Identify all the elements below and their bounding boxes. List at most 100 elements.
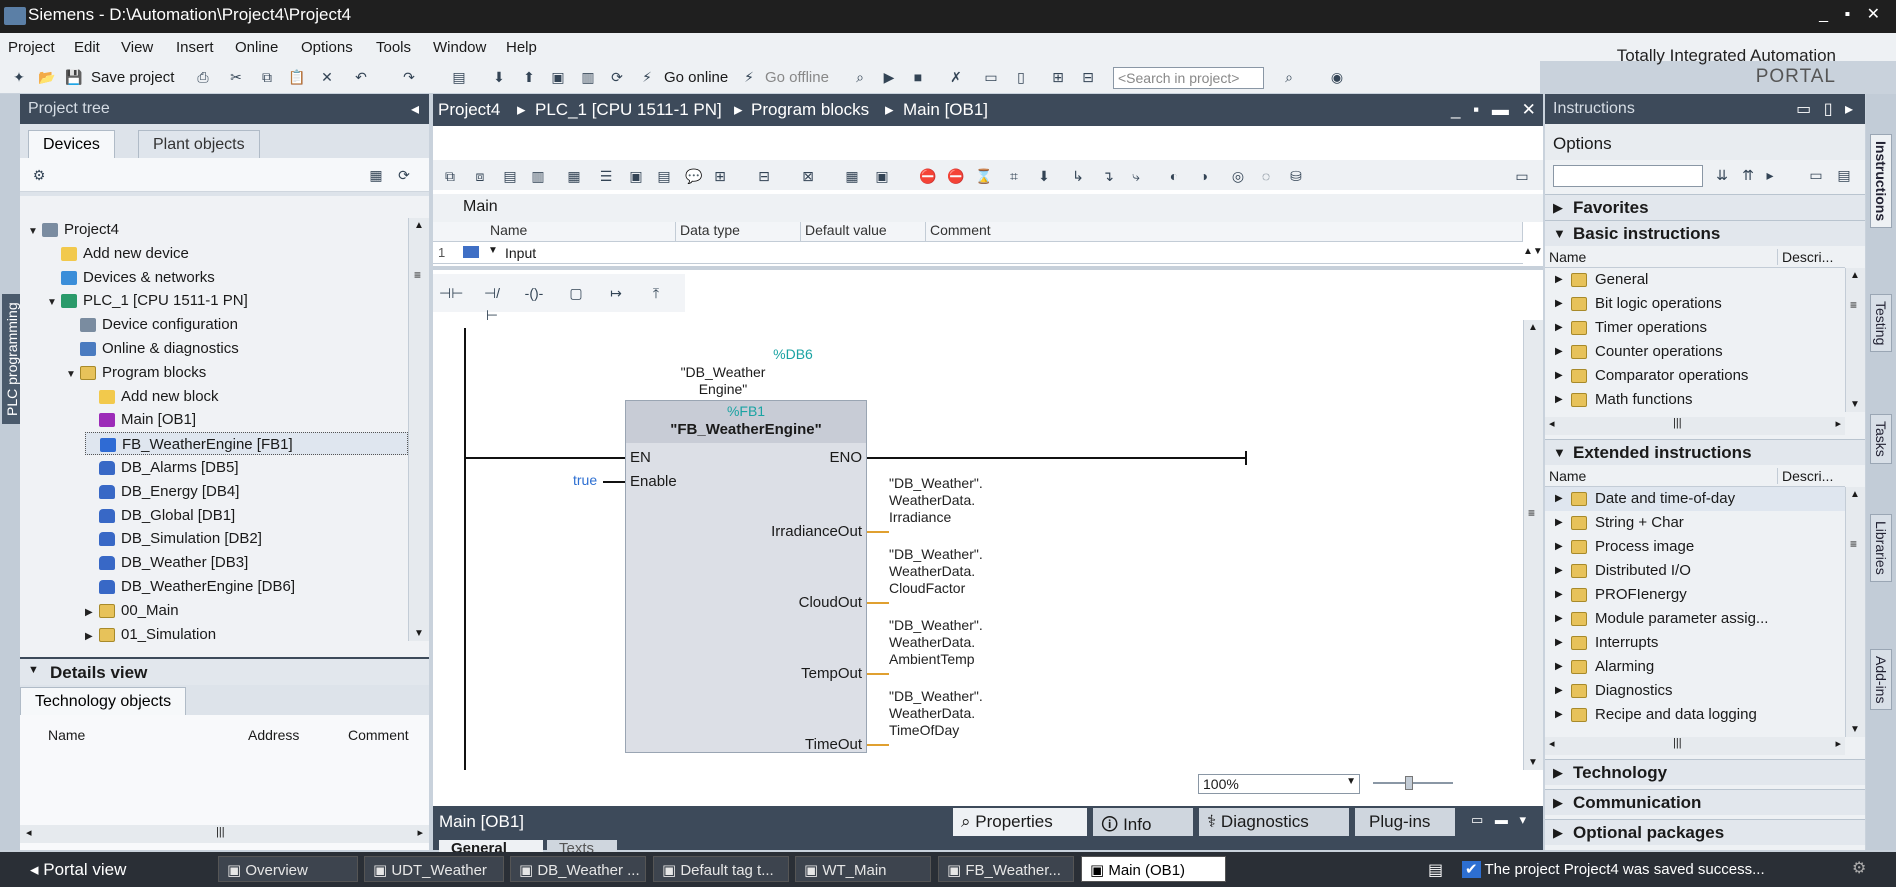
expand-caret-icon[interactable]: ▶ <box>1555 559 1563 583</box>
section-technology[interactable]: ▶ Technology <box>1545 759 1865 785</box>
time-operand[interactable]: "DB_Weather". WeatherData. TimeOfDay <box>889 688 983 739</box>
menu-edit[interactable]: Edit <box>74 39 100 56</box>
expand-caret-icon[interactable]: ▶ <box>1555 535 1563 559</box>
expand-caret-icon[interactable]: ▶ <box>1555 679 1563 703</box>
branch-icon[interactable]: ⤷ <box>1125 165 1147 187</box>
expand-caret-icon[interactable]: ▶ <box>1555 583 1563 607</box>
vtab-testing[interactable]: Testing <box>1870 294 1892 353</box>
fb-block[interactable]: %FB1 "FB_WeatherEngine" EN ENO Enable Ir… <box>625 400 867 753</box>
tab-properties[interactable]: ⌕ Properties <box>953 808 1087 836</box>
tree-item[interactable]: DB_WeatherEngine [DB6] <box>85 575 295 598</box>
insert-network-icon[interactable]: ⧉ <box>439 165 461 187</box>
instruction-folder[interactable]: ▶ Alarming <box>1545 655 1845 679</box>
delete-icon[interactable]: ✕ <box>316 66 338 88</box>
instruction-folder[interactable]: ▶ Comparator operations <box>1545 364 1845 388</box>
expand-icon[interactable]: ▣ <box>625 165 647 187</box>
crumb-plc[interactable]: PLC_1 [CPU 1511-1 PN] <box>535 100 722 120</box>
editor-options-icon[interactable]: ▭ <box>1511 165 1533 187</box>
new-project-icon[interactable]: ✦ <box>8 66 30 88</box>
call-icon[interactable]: ↳ <box>1067 165 1089 187</box>
copy-icon[interactable]: ⧉ <box>256 66 278 88</box>
tree-item[interactable]: ▼ PLC_1 [CPU 1511-1 PN] <box>47 289 248 312</box>
vtab-addins[interactable]: Add-ins <box>1870 649 1892 711</box>
redo-icon[interactable]: ↷ <box>398 66 420 88</box>
overview-icon[interactable]: ⌗ <box>1003 165 1025 187</box>
expand-caret-icon[interactable]: ▶ <box>1555 364 1563 388</box>
menu-help[interactable]: Help <box>506 39 537 56</box>
instruction-folder[interactable]: ▶ Timer operations <box>1545 316 1845 340</box>
tree-item[interactable]: DB_Energy [DB4] <box>85 480 239 503</box>
tree-caret-icon[interactable]: ▶ <box>85 601 99 624</box>
tree-item[interactable]: ▶ 01_Simulation <box>85 623 216 646</box>
no-contact-icon[interactable]: ⊣⊢ <box>439 282 463 304</box>
split-horizontal-icon[interactable]: ▭ <box>980 66 1002 88</box>
expand-caret-icon[interactable]: ▶ <box>1555 631 1563 655</box>
tree-item[interactable]: ▶ 00_Main <box>85 599 179 622</box>
splitter[interactable] <box>433 266 1543 270</box>
undo-icon[interactable]: ↶ <box>350 66 372 88</box>
go-offline-icon[interactable]: ⚡ <box>738 66 760 88</box>
save-project-button[interactable]: Save project <box>91 69 174 86</box>
show-editors-icon[interactable]: ▤ <box>1428 860 1443 880</box>
details-hscrollbar[interactable]: ◂ ||| ▸ <box>20 825 429 843</box>
menu-online[interactable]: Online <box>235 39 278 56</box>
db-view-icon[interactable]: ⛁ <box>1285 165 1307 187</box>
close-branch-icon[interactable]: ⤒ <box>645 282 667 304</box>
uncomment-icon[interactable]: ▥ <box>527 165 549 187</box>
editor-task-button[interactable]: ▣ DB_Weather ... <box>510 856 646 882</box>
tree-options-icon[interactable]: ⚙ <box>28 164 50 186</box>
tree-item[interactable]: Main [OB1] <box>85 408 196 431</box>
tree-item[interactable]: DB_Weather [DB3] <box>85 551 248 574</box>
tab-plugins[interactable]: Plug-ins <box>1355 808 1455 836</box>
download-icon[interactable]: ⬇ <box>488 66 510 88</box>
tab-plant-objects[interactable]: Plant objects <box>138 130 260 160</box>
expand-caret-icon[interactable]: ▶ <box>1555 487 1563 511</box>
enable-value[interactable]: true <box>573 472 597 488</box>
basic-hscrollbar[interactable]: ◂ ||| ▸ <box>1545 417 1845 435</box>
instruction-folder[interactable]: ▶ General <box>1545 268 1845 292</box>
vtab-libraries[interactable]: Libraries <box>1870 514 1892 582</box>
instruction-folder[interactable]: ▶ Diagnostics <box>1545 679 1845 703</box>
search-down-icon[interactable]: ⇊ <box>1711 164 1733 186</box>
expand-caret-icon[interactable]: ▶ <box>1555 316 1563 340</box>
rtt-icon[interactable]: ◉ <box>1320 66 1354 88</box>
download-block-icon[interactable]: ⬇ <box>1033 165 1055 187</box>
paste-icon[interactable]: 📋 <box>286 66 308 88</box>
plc-programming-tab[interactable]: PLC programming <box>2 294 22 424</box>
jump-icon[interactable]: ↴ <box>1097 165 1119 187</box>
collapse-left-icon[interactable]: ◂ <box>411 99 419 119</box>
tree-item[interactable]: DB_Global [DB1] <box>85 504 235 527</box>
menu-tools[interactable]: Tools <box>376 39 411 56</box>
accessible-devices-icon[interactable]: ⌕ <box>849 66 871 88</box>
iface-scroll-icon[interactable]: ▲▼ <box>1523 242 1543 266</box>
temp-operand[interactable]: "DB_Weather". WeatherData. AmbientTemp <box>889 617 983 668</box>
menu-window[interactable]: Window <box>433 39 486 56</box>
tree-caret-icon[interactable]: ▼ <box>47 291 61 314</box>
instruction-folder[interactable]: ▶ PROFIenergy <box>1545 583 1845 607</box>
tab-technology-objects[interactable]: Technology objects <box>20 687 187 717</box>
monitoring-on-icon[interactable]: ◐ <box>1163 165 1185 187</box>
comment-toggle-icon[interactable]: 💬 <box>683 165 705 187</box>
callstructure-icon[interactable]: ▦ <box>841 165 863 187</box>
stop-cpu-icon[interactable]: ■ <box>907 66 929 88</box>
start-sim-icon[interactable]: ▣ <box>547 66 569 88</box>
tree-item[interactable]: DB_Alarms [DB5] <box>85 456 239 479</box>
editor-task-button[interactable]: ▣ Overview <box>218 856 358 882</box>
tree-item[interactable]: Online & diagnostics <box>66 337 239 360</box>
split-vertical-icon[interactable]: ▯ <box>1010 66 1032 88</box>
basic-scrollbar[interactable]: ▲ ≡ ▼ <box>1845 268 1865 412</box>
editor-task-button[interactable]: ▣ WT_Main <box>795 856 931 882</box>
tree-item[interactable]: Add new block <box>85 385 219 408</box>
editor-window-controls[interactable]: _ ▪ ▬ ✕ <box>1451 100 1540 120</box>
extended-scrollbar[interactable]: ▲ ≡ ▼ <box>1845 487 1865 737</box>
zoom-slider[interactable] <box>1373 782 1453 784</box>
section-extended[interactable]: ▼ Extended instructions <box>1545 439 1865 465</box>
input-caret-icon[interactable]: ▼ <box>488 245 498 256</box>
tree-item[interactable]: ▼ Project4 <box>28 218 119 241</box>
comment-icon[interactable]: ▤ <box>499 165 521 187</box>
editor-task-button[interactable]: ▣ FB_Weather... <box>938 856 1074 882</box>
tree-scrollbar[interactable]: ▲ ≡ ▼ <box>408 218 429 641</box>
instruction-folder[interactable]: ▶ Counter operations <box>1545 340 1845 364</box>
instruction-folder[interactable]: ▶ Date and time-of-day <box>1545 487 1845 511</box>
menu-insert[interactable]: Insert <box>176 39 214 56</box>
